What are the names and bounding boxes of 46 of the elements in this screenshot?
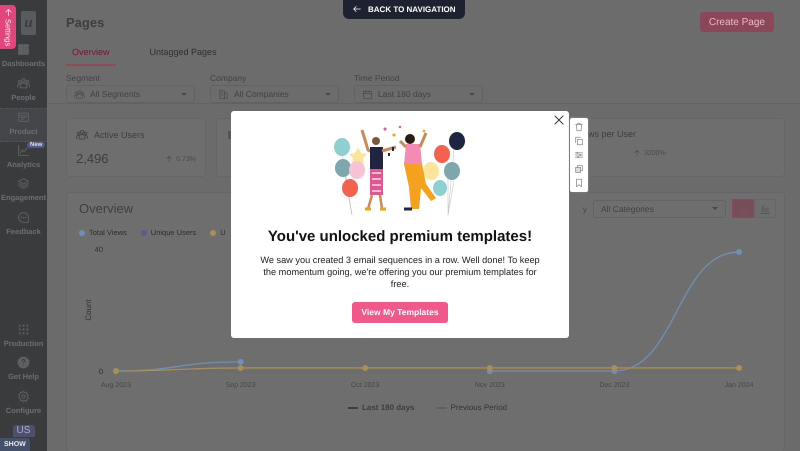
calendar-icon: [362, 88, 373, 100]
tab[interactable]: Overview: [66, 42, 116, 66]
layers-icon: [17, 177, 30, 190]
back-to-navigation-button[interactable]: BACK TO NAVIGATION: [343, 0, 465, 19]
arrow-up-icon: [4, 8, 12, 17]
copy-icon[interactable]: [574, 136, 584, 146]
arrow-left-icon: [352, 4, 362, 14]
duplicate-icon[interactable]: [574, 164, 584, 174]
bar-chart-toggle[interactable]: [754, 199, 776, 218]
user-avatar[interactable]: US: [12, 425, 34, 437]
close-icon: [553, 114, 565, 126]
caret-icon: [325, 92, 331, 96]
bookmark-icon[interactable]: [574, 178, 584, 188]
solid-line-swatch: [348, 406, 358, 408]
legend-dot: [140, 230, 147, 236]
create-page-button[interactable]: Create Page: [700, 12, 774, 32]
caret-icon: [469, 92, 475, 96]
caret-icon: [181, 92, 187, 96]
tab[interactable]: Untagged Pages: [150, 42, 217, 66]
line-chart-toggle[interactable]: [732, 199, 754, 218]
sliders-icon[interactable]: [574, 150, 584, 160]
legend-dot: [79, 230, 85, 236]
bar-chart-icon: [759, 202, 771, 214]
people-icon: [76, 129, 88, 141]
legend-label: Previous Period: [450, 403, 507, 412]
people-icon: [74, 88, 85, 100]
browser-window-icon: [17, 111, 30, 124]
modal-title: You've unlocked premium templates!: [268, 228, 532, 245]
people-icon: [17, 76, 30, 90]
chat-bubble-icon: [17, 210, 30, 224]
dashboard-grid-icon: [17, 43, 30, 56]
building-icon: [218, 88, 229, 100]
dot-grid-icon: [17, 322, 30, 336]
close-button[interactable]: [553, 114, 565, 126]
y-axis-title: Count: [84, 299, 93, 321]
settings-icon: [17, 390, 30, 402]
modal-message: We saw you created 3 email sequences in a row. Well done! To keep the momentum going, we're offering you our premium templates for free.: [259, 255, 541, 291]
caret-icon: [712, 207, 718, 210]
data-point: [736, 249, 742, 256]
arrow-up-icon: [165, 155, 174, 163]
legend-dot: [210, 230, 216, 236]
view-templates-button[interactable]: View My Templates: [352, 302, 448, 323]
arrow-up-icon: [633, 149, 641, 157]
trash-icon[interactable]: [574, 122, 584, 132]
help-icon: [17, 356, 30, 369]
line-chart-icon: [17, 144, 30, 156]
